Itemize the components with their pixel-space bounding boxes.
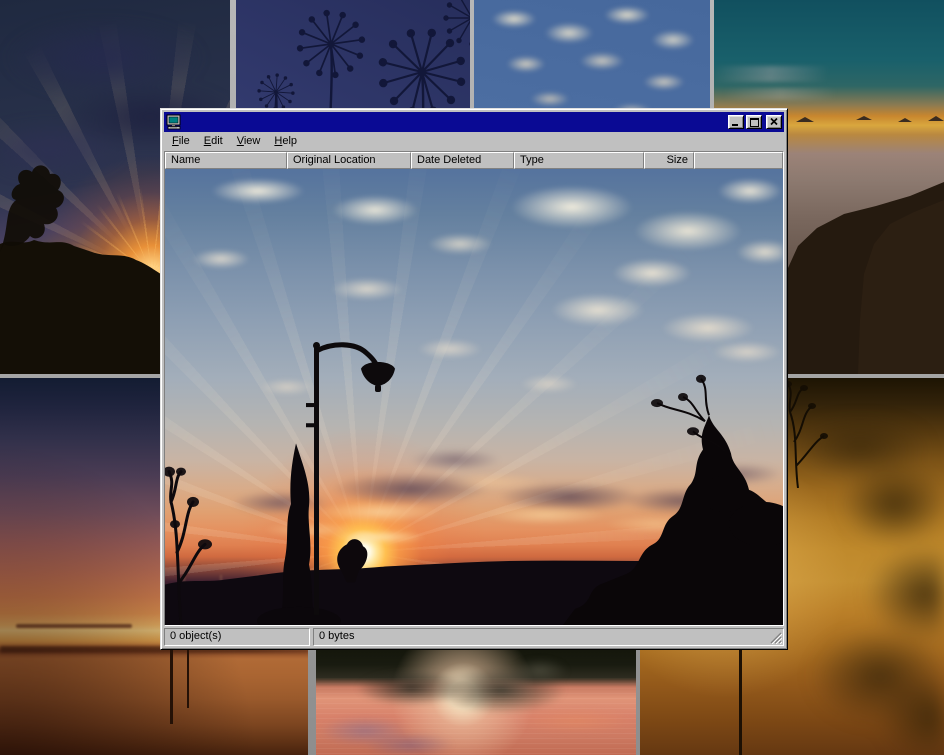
column-header-name[interactable]: Name: [165, 152, 287, 169]
minimize-button[interactable]: [728, 115, 744, 129]
menu-edit[interactable]: Edit: [197, 133, 230, 150]
status-bytes: 0 bytes: [313, 628, 784, 646]
title-bar[interactable]: [164, 112, 784, 132]
street-lamp-sunset-photo: [165, 169, 783, 625]
menu-help[interactable]: Help: [267, 133, 304, 150]
minimize-icon: [732, 118, 740, 127]
resize-grip[interactable]: [770, 632, 782, 644]
recycle-bin-window: File Edit View Help Name Original Locati…: [160, 108, 788, 650]
menu-bar: File Edit View Help: [164, 132, 784, 151]
close-button[interactable]: [766, 115, 782, 129]
maximize-icon: [750, 118, 759, 127]
column-header-type[interactable]: Type: [514, 152, 644, 169]
column-header-row: Name Original Location Date Deleted Type…: [165, 152, 783, 169]
column-header-original-location[interactable]: Original Location: [287, 152, 411, 169]
close-icon: [770, 118, 778, 126]
menu-file[interactable]: File: [165, 133, 197, 150]
water-pole: [187, 650, 189, 708]
status-objects: 0 object(s): [164, 628, 310, 646]
menu-view[interactable]: View: [230, 133, 268, 150]
column-header-date-deleted[interactable]: Date Deleted: [411, 152, 514, 169]
computer-icon: [166, 114, 182, 130]
status-bar: 0 object(s) 0 bytes: [164, 628, 784, 646]
foreground-silhouettes: [165, 169, 783, 625]
maximize-button[interactable]: [746, 115, 762, 129]
water-pole: [170, 648, 173, 724]
desktop-wallpaper-collage: File Edit View Help Name Original Locati…: [0, 0, 944, 755]
file-list-view[interactable]: Name Original Location Date Deleted Type…: [164, 151, 784, 626]
column-header-size[interactable]: Size: [644, 152, 694, 169]
column-header-spacer: [694, 152, 783, 169]
